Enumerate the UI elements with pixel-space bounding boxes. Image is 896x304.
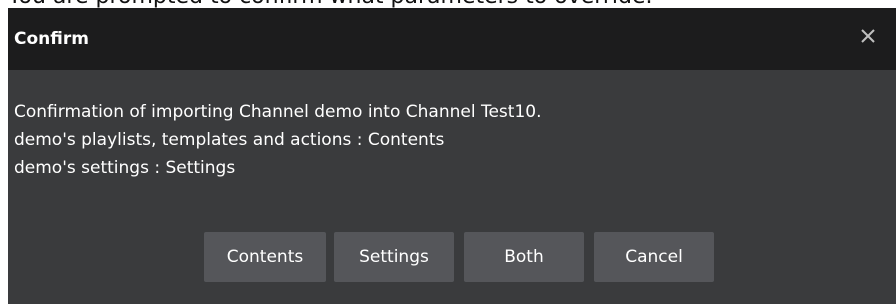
- both-button[interactable]: Both: [464, 232, 584, 282]
- message-line: demo's settings : Settings: [14, 158, 236, 178]
- close-icon[interactable]: [856, 24, 880, 48]
- message-line: Confirmation of importing Channel demo i…: [14, 102, 542, 122]
- message-line: demo's playlists, templates and actions …: [14, 130, 445, 150]
- dialog-title: Confirm: [14, 29, 89, 49]
- dialog-message: Confirmation of importing Channel demo i…: [14, 98, 542, 182]
- confirm-dialog: Confirm Confirmation of importing Channe…: [8, 8, 896, 304]
- dialog-titlebar: Confirm: [8, 8, 896, 70]
- background-caption: You are prompted to confirm what paramet…: [0, 0, 896, 8]
- cancel-button[interactable]: Cancel: [594, 232, 714, 282]
- dialog-buttons: Contents Settings Both Cancel: [8, 232, 896, 282]
- settings-button[interactable]: Settings: [334, 232, 454, 282]
- contents-button[interactable]: Contents: [204, 232, 326, 282]
